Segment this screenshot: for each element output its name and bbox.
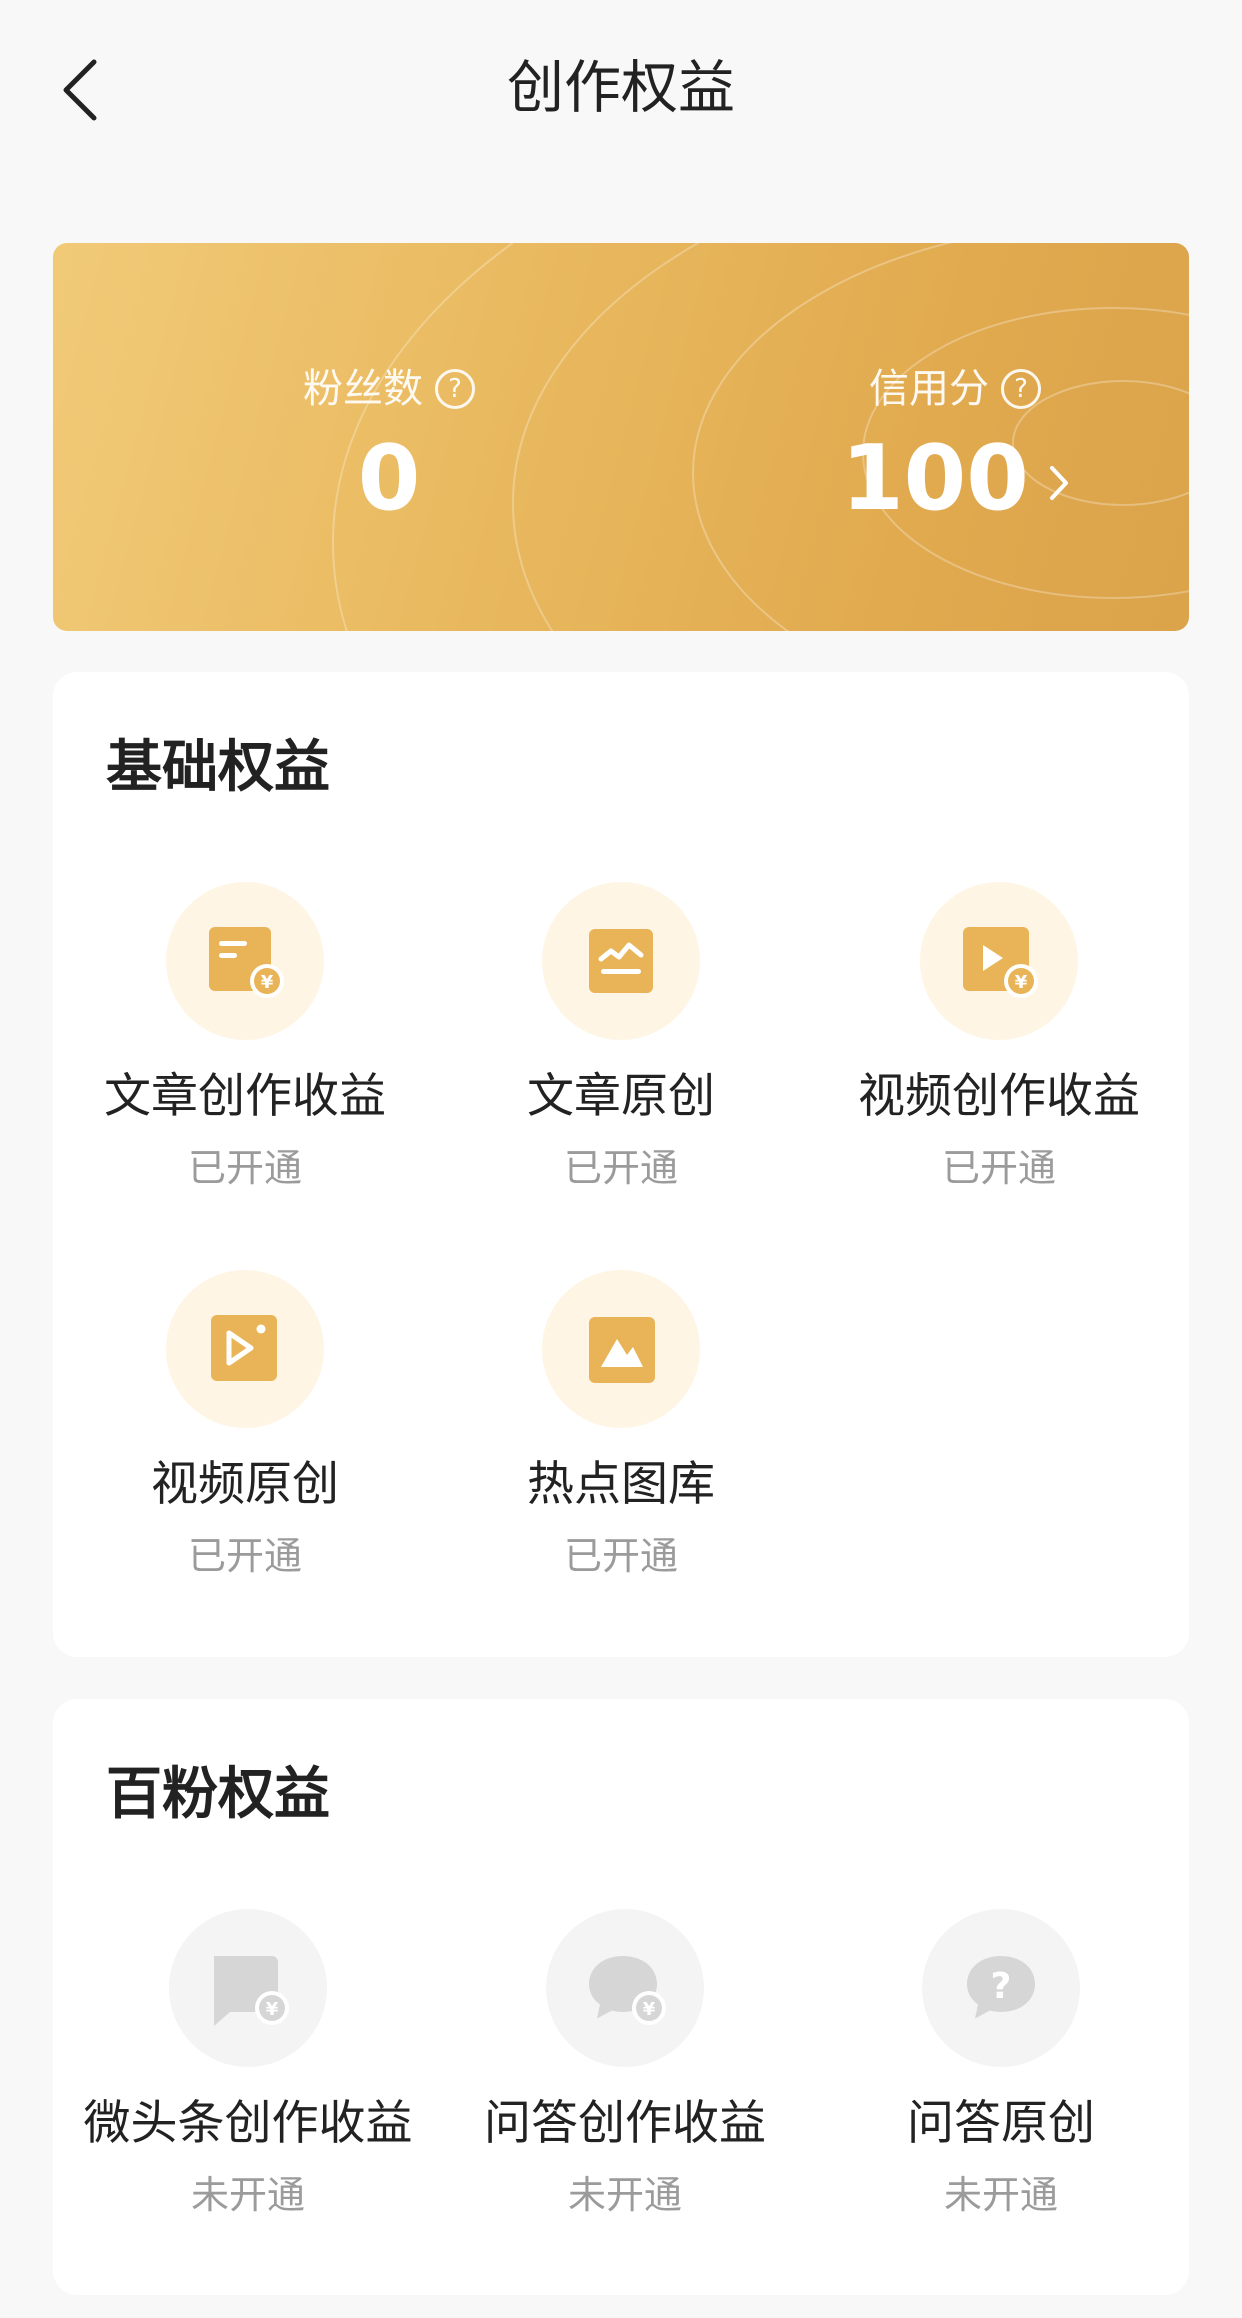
right-name: 问答创作收益 [484,2096,766,2151]
article-income-icon: ¥ [209,927,284,998]
right-status: 已开通 [187,1146,302,1190]
credit-score-value: 100 [841,426,1029,531]
right-name: 视频原创 [151,1457,339,1512]
fans-count: 0 [357,426,421,531]
image-library-icon [589,1317,655,1383]
right-name: 视频创作收益 [858,1069,1140,1124]
stats-banner: 粉丝数 ? 0 信用分 ? 100 [53,243,1189,631]
right-name: 文章创作收益 [104,1069,386,1124]
hundred-fans-rights-card: 百粉权益 ¥ 微头条创作收益 未开通 ¥ 问答创作收益 未开通 ? 问答原创 未… [53,1699,1189,2295]
icon-badge [542,1270,700,1428]
fans-stat: 粉丝数 ? 0 [139,361,639,531]
help-icon[interactable]: ? [1001,369,1041,409]
icon-badge: ¥ [920,882,1078,1040]
video-income-icon: ¥ [963,927,1038,998]
right-item-image-library[interactable]: 热点图库 已开通 [431,1270,811,1582]
icon-badge: ? [922,1909,1080,2067]
svg-text:¥: ¥ [1015,972,1028,993]
micro-post-income-icon: ¥ [214,1956,289,2026]
icon-badge: ¥ [546,1909,704,2067]
right-name: 问答原创 [907,2096,1095,2151]
credit-score-stat[interactable]: 信用分 ? 100 [705,361,1189,531]
creation-rights-page: 创作权益 粉丝数 ? 0 信用分 ? 100 基础权益 ¥ 文章创作收益 已开通… [0,0,1242,2318]
article-original-icon [589,929,653,993]
basic-rights-card: 基础权益 ¥ 文章创作收益 已开通 文章原创 已开通 ¥ 视频创作收益 已开通 … [53,672,1189,1657]
section-title: 百粉权益 [106,1762,330,1827]
credit-score-label: 信用分 [869,366,989,412]
right-item-qa-original[interactable]: ? 问答原创 未开通 [811,1909,1191,2221]
qa-income-icon: ¥ [589,1956,666,2025]
help-icon[interactable]: ? [435,369,475,409]
right-name: 文章原创 [527,1069,715,1124]
qa-original-icon: ? [967,1956,1035,2019]
right-item-article-original[interactable]: 文章原创 已开通 [431,882,811,1194]
icon-badge: ¥ [169,1909,327,2067]
svg-text:¥: ¥ [643,1999,656,2020]
right-item-video-income[interactable]: ¥ 视频创作收益 已开通 [809,882,1189,1194]
icon-badge [542,882,700,1040]
icon-badge [166,1270,324,1428]
right-status: 已开通 [563,1146,678,1190]
svg-text:¥: ¥ [266,1999,279,2020]
right-status: 未开通 [190,2173,305,2217]
section-title: 基础权益 [106,735,330,800]
right-item-article-income[interactable]: ¥ 文章创作收益 已开通 [55,882,435,1194]
page-title: 创作权益 [507,55,735,121]
chevron-right-icon [1049,466,1068,500]
right-status: 已开通 [563,1534,678,1578]
right-item-micro-post-income[interactable]: ¥ 微头条创作收益 未开通 [58,1909,438,2221]
right-name: 热点图库 [527,1457,715,1512]
video-original-icon [211,1315,277,1381]
right-name: 微头条创作收益 [83,2096,413,2151]
right-status: 未开通 [943,2173,1058,2217]
right-status: 未开通 [567,2173,682,2217]
svg-text:?: ? [991,1966,1012,2007]
header: 创作权益 [0,0,1242,180]
right-status: 已开通 [941,1146,1056,1190]
svg-text:¥: ¥ [261,972,274,993]
right-item-qa-income[interactable]: ¥ 问答创作收益 未开通 [435,1909,815,2221]
right-status: 已开通 [187,1534,302,1578]
right-item-video-original[interactable]: 视频原创 已开通 [55,1270,435,1582]
fans-label: 粉丝数 [303,366,423,412]
icon-badge: ¥ [166,882,324,1040]
